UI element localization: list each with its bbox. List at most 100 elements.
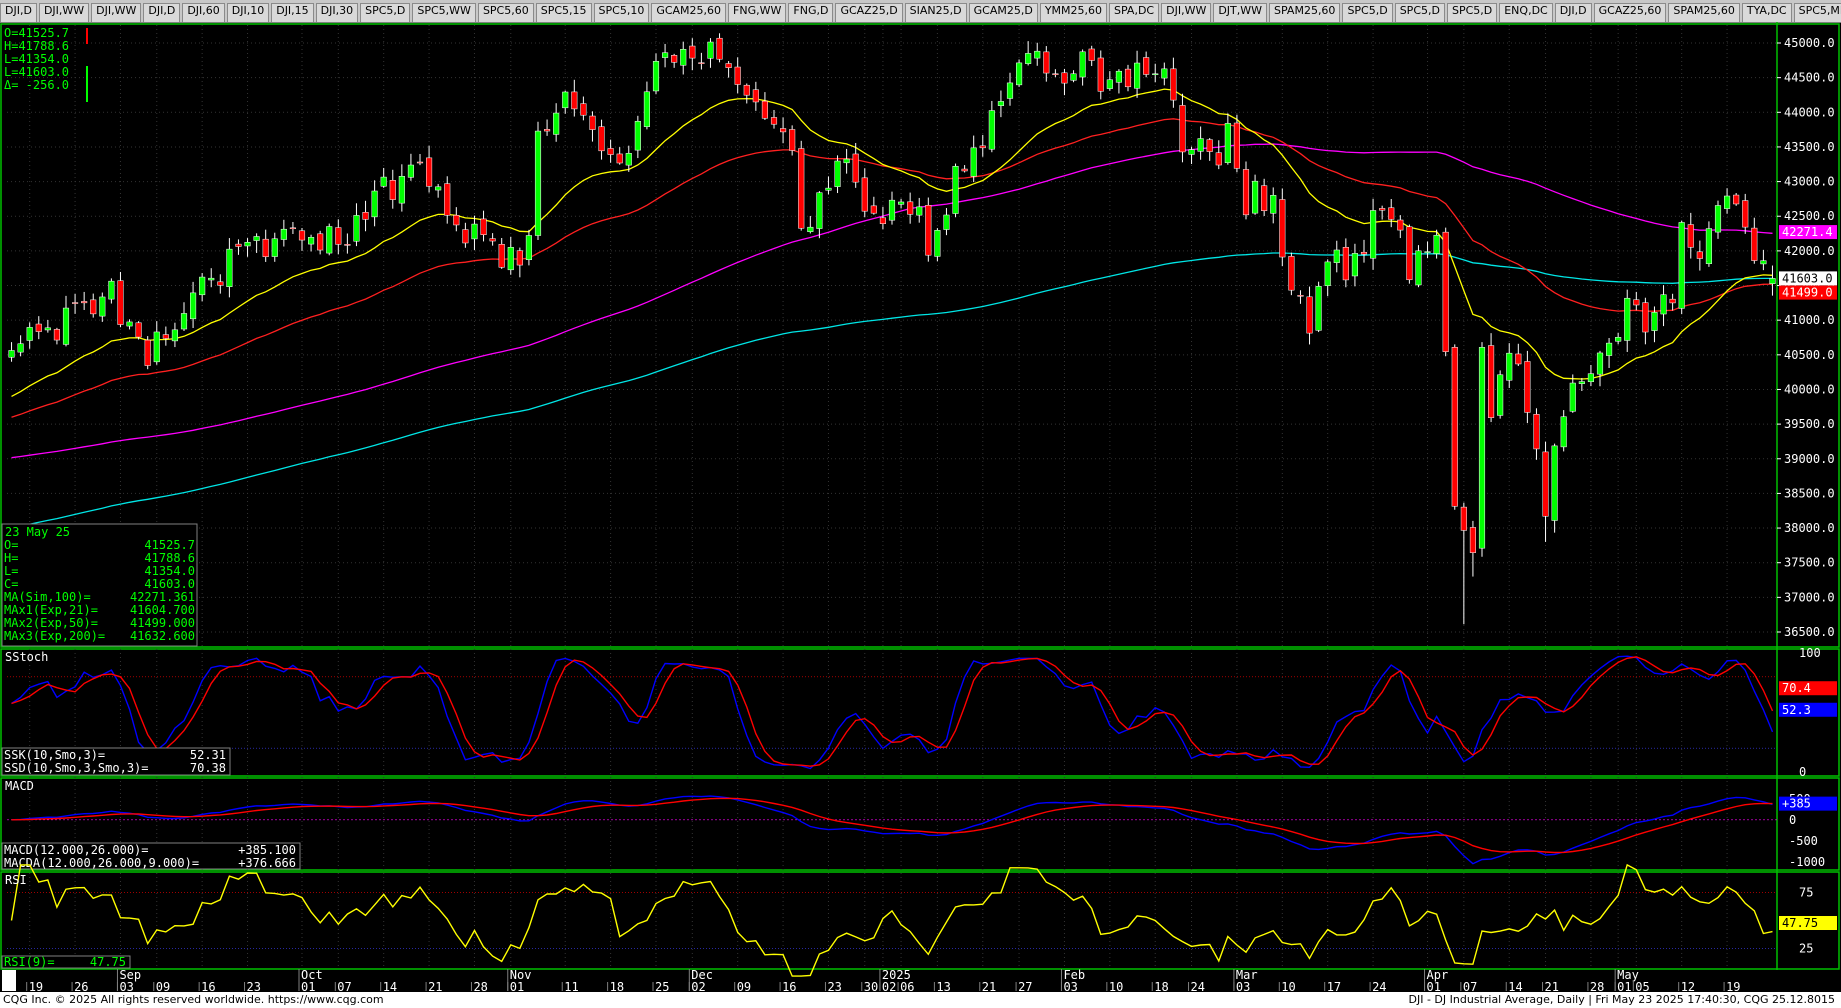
x-day-label: 10 <box>1109 980 1123 992</box>
candle-body <box>1733 194 1740 205</box>
candle-body <box>1351 253 1358 277</box>
x-day-label: 12 <box>1681 980 1695 992</box>
candle-body <box>72 302 79 304</box>
data-window-value: 41525.7 <box>144 538 195 552</box>
symbol-tab[interactable]: SPC5,D <box>1446 3 1498 22</box>
symbol-tab[interactable]: SPAM25,60 <box>1269 3 1341 22</box>
symbol-tab[interactable]: SPC5,10 <box>593 3 650 22</box>
candle-2025-01-13 <box>934 228 941 262</box>
symbol-tab[interactable]: DJI,WW <box>1161 3 1212 22</box>
symbol-tab[interactable]: TYA,DC <box>1741 3 1792 22</box>
price-marker: 41603.0 <box>1782 271 1833 285</box>
symbol-tab[interactable]: SPC5,15 <box>535 3 592 22</box>
candle-2024-09-06 <box>144 336 151 370</box>
candle-body <box>1469 527 1476 553</box>
candle-body <box>99 296 106 317</box>
candle-body <box>970 147 977 177</box>
dji-daily-chart[interactable]: 36500.0 37000.0 37500.0 38000.0 38500.0 39000… <box>0 22 1841 992</box>
price-tick-label: 45000.0 <box>1784 36 1835 50</box>
candle-body <box>389 180 396 200</box>
x-day-label: 14 <box>1508 980 1522 992</box>
candle-body <box>925 205 932 256</box>
symbol-tab[interactable]: DJI,15 <box>271 3 314 22</box>
candle-body <box>498 244 505 268</box>
symbol-tab[interactable]: GCAM25,D <box>968 3 1038 22</box>
candle-body <box>1170 68 1177 101</box>
candle-body <box>1696 251 1703 259</box>
symbol-tab[interactable]: ENQ,DC <box>1499 3 1553 22</box>
price-tick-label: 40500.0 <box>1784 348 1835 362</box>
symbol-tab[interactable]: YMM25,60 <box>1039 3 1108 22</box>
stoch-marker: 52.3 <box>1782 703 1811 717</box>
price-marker: 41499.0 <box>1782 286 1833 300</box>
candle-body <box>571 91 578 110</box>
candle-body <box>426 157 433 187</box>
data-window-date: 23 May 25 <box>5 525 70 539</box>
symbol-tab[interactable]: SPC5,60 <box>477 3 534 22</box>
symbol-tab[interactable]: FNG,WW <box>728 3 787 22</box>
x-day-label: 23 <box>827 980 841 992</box>
candle-2025-03-31 <box>1415 245 1422 288</box>
symbol-tab[interactable]: SPC5,WW <box>412 3 476 22</box>
status-footer: CQG Inc. © 2025 All rights reserved worl… <box>0 992 1841 1008</box>
symbol-tab[interactable]: SIAN25,D <box>904 3 967 22</box>
symbol-tab[interactable]: SPC5,D <box>360 3 411 22</box>
symbol-tab[interactable]: DJI,60 <box>182 3 225 22</box>
data-window-label: L= <box>4 564 18 578</box>
symbol-tab[interactable]: GCAM25,60 <box>651 3 727 22</box>
macd-tick-label: 0 <box>1789 813 1796 827</box>
symbol-tab[interactable]: SPAM25,60 <box>1668 3 1740 22</box>
data-window-value: 41354.0 <box>144 564 195 578</box>
candle-body <box>398 176 405 204</box>
ohlc-readout: Δ= -256.0 <box>4 78 69 92</box>
symbol-tab[interactable]: SPC5,D <box>1394 3 1445 22</box>
symbol-tab[interactable]: DJI,WW <box>91 3 142 22</box>
symbol-tab[interactable]: DJI,WW <box>38 3 90 22</box>
symbol-tab[interactable]: DJI,10 <box>226 3 270 22</box>
symbol-tab[interactable]: DJI,D <box>143 3 181 22</box>
candle-body <box>362 212 369 220</box>
candle-body <box>879 217 886 224</box>
symbol-tab[interactable]: GCAZ25,D <box>835 3 903 22</box>
symbol-tab[interactable]: SPC5,D <box>1342 3 1393 22</box>
symbol-tab[interactable]: SPC5,MM <box>1793 3 1841 22</box>
candle-2025-04-04 <box>1451 344 1458 510</box>
candle-2025-04-11 <box>1497 370 1504 419</box>
price-marker: 42271.4 <box>1782 225 1833 239</box>
candle-body <box>17 343 24 353</box>
candle-body <box>1188 149 1195 155</box>
candle-2025-01-15 <box>952 163 959 218</box>
data-window-label: O= <box>4 538 18 552</box>
symbol-tab[interactable]: SPA,DC <box>1109 3 1160 22</box>
symbol-tab[interactable]: DJI,D <box>1554 3 1592 22</box>
symbol-tab[interactable]: FNG,D <box>788 3 834 22</box>
candle-body <box>1433 234 1440 254</box>
candle-body <box>1615 337 1622 342</box>
candle-body <box>1115 70 1122 83</box>
candle-body <box>1360 251 1368 255</box>
x-day-label: 24 <box>1372 980 1386 992</box>
candle-body <box>1388 207 1395 220</box>
x-day-label: 01 <box>1427 980 1441 992</box>
macd-value-label: MACD(12.000,26.000)= <box>4 843 149 857</box>
candle-body <box>1506 352 1513 381</box>
x-day-label: 21 <box>982 980 996 992</box>
candle-body <box>1660 294 1667 315</box>
symbol-tab[interactable]: DJI,D <box>0 3 37 22</box>
symbol-tab[interactable]: DJI,30 <box>315 3 359 22</box>
macd-value: +385.100 <box>238 843 296 857</box>
candle-body <box>126 321 133 327</box>
data-window-value: 41603.0 <box>144 577 195 591</box>
rsi-value-label: RSI(9)= <box>4 955 55 969</box>
candle-body <box>1669 298 1676 304</box>
candle-body <box>1569 382 1576 412</box>
price-tick-label: 39500.0 <box>1784 417 1835 431</box>
symbol-tab[interactable]: DJT,WW <box>1213 3 1268 22</box>
candle-body <box>1206 139 1213 152</box>
x-day-label: 14 <box>383 980 397 992</box>
candle-body <box>525 235 532 261</box>
symbol-tab[interactable]: GCAZ25,60 <box>1593 3 1667 22</box>
candle-body <box>298 230 306 241</box>
candle-body <box>253 236 260 241</box>
candle-body <box>108 280 115 300</box>
